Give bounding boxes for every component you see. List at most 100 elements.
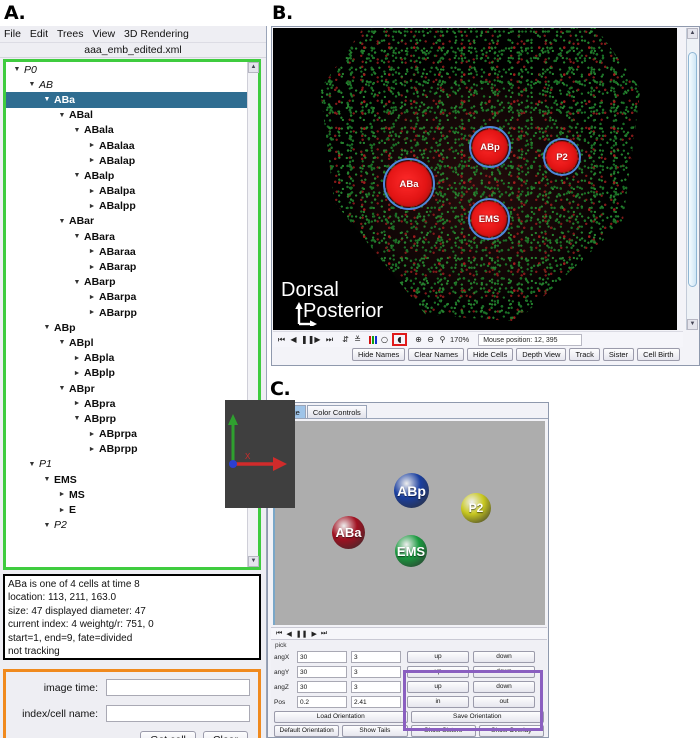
zoom-reset-icon[interactable]: ⚲ bbox=[438, 335, 447, 344]
angle-increase-button[interactable]: in bbox=[407, 696, 469, 708]
chevron-down-icon[interactable]: ▼ bbox=[72, 279, 82, 286]
tree-node[interactable]: ▼AB bbox=[6, 77, 247, 92]
chevron-down-icon[interactable]: ▼ bbox=[57, 385, 67, 392]
chevron-right-icon[interactable]: ► bbox=[72, 370, 82, 377]
pause-icon[interactable]: ❚❚ bbox=[301, 335, 310, 344]
tab-color-controls[interactable]: Color Controls bbox=[307, 405, 367, 418]
down-icon[interactable]: ≚ bbox=[353, 335, 362, 344]
angle-value-field[interactable]: 0.2 bbox=[297, 696, 347, 708]
chevron-right-icon[interactable]: ► bbox=[87, 203, 97, 210]
cell-marker[interactable]: ABa bbox=[383, 158, 435, 210]
tree-node[interactable]: ►E bbox=[6, 502, 247, 517]
chevron-right-icon[interactable]: ► bbox=[57, 491, 67, 498]
tree-node[interactable]: ▼ABarp bbox=[6, 275, 247, 290]
tree-node[interactable]: ▼ABpl bbox=[6, 335, 247, 350]
play-icon[interactable]: ▶ bbox=[311, 630, 316, 638]
zoom-out-icon[interactable]: ⊖ bbox=[426, 335, 435, 344]
angle-value-field[interactable]: 30 bbox=[297, 666, 347, 678]
image-scroll-down-icon[interactable]: ▼ bbox=[687, 319, 698, 330]
tree-node[interactable]: ▼P2 bbox=[6, 518, 247, 533]
step-forward-icon[interactable]: ⏭ bbox=[325, 335, 334, 345]
image-button-depth-view[interactable]: Depth View bbox=[516, 348, 566, 361]
tree-node[interactable]: ►ABarpa bbox=[6, 290, 247, 305]
angle-increase-button[interactable]: up bbox=[407, 651, 469, 663]
tree-node[interactable]: ►MS bbox=[6, 487, 247, 502]
image-button-clear-names[interactable]: Clear Names bbox=[408, 348, 464, 361]
tree-node[interactable]: ►ABalpp bbox=[6, 199, 247, 214]
get-cell-button[interactable]: Get cell bbox=[140, 731, 196, 738]
rgb-channels-icon[interactable] bbox=[369, 336, 377, 344]
image-scroll-thumb[interactable] bbox=[688, 52, 697, 287]
angle-step-field[interactable]: 3 bbox=[351, 681, 401, 693]
chevron-right-icon[interactable]: ► bbox=[57, 507, 67, 514]
angle-decrease-button[interactable]: down bbox=[473, 651, 535, 663]
image-button-hide-names[interactable]: Hide Names bbox=[352, 348, 405, 361]
cell-marker[interactable]: P2 bbox=[543, 138, 581, 176]
image-button-sister[interactable]: Sister bbox=[603, 348, 634, 361]
tree-node[interactable]: ►ABalaa bbox=[6, 138, 247, 153]
tree-node[interactable]: ►ABprpa bbox=[6, 427, 247, 442]
step-back-end-icon[interactable]: ⏮ bbox=[276, 630, 282, 638]
image-button-cell-birth[interactable]: Cell Birth bbox=[637, 348, 679, 361]
menu-item-view[interactable]: View bbox=[92, 28, 115, 40]
tree-node[interactable]: ▼ABar bbox=[6, 214, 247, 229]
control-button-load-orientation[interactable]: Load Orientation bbox=[274, 711, 408, 723]
chevron-right-icon[interactable]: ► bbox=[72, 400, 82, 407]
microscopy-image-view[interactable]: ABaABpP2EMS Dorsal Posterior bbox=[273, 28, 677, 330]
tree-node[interactable]: ▼ABa bbox=[6, 92, 247, 107]
cell-sphere[interactable]: P2 bbox=[461, 493, 491, 523]
chevron-down-icon[interactable]: ▼ bbox=[72, 172, 82, 179]
tree-node[interactable]: ▼ABal bbox=[6, 108, 247, 123]
menu-item-edit[interactable]: Edit bbox=[30, 28, 48, 40]
control-button-save-orientation[interactable]: Save Orientation bbox=[411, 711, 545, 723]
image-scroll-up-icon[interactable]: ▲ bbox=[687, 28, 698, 39]
tree-node[interactable]: ▼P0 bbox=[6, 62, 247, 77]
tree-node[interactable]: ►ABpla bbox=[6, 351, 247, 366]
chevron-right-icon[interactable]: ► bbox=[87, 294, 97, 301]
chevron-down-icon[interactable]: ▼ bbox=[72, 415, 82, 422]
angle-value-field[interactable]: 30 bbox=[297, 651, 347, 663]
step-forward-icon[interactable]: ⏭ bbox=[321, 630, 327, 638]
tree-node[interactable]: ▼ABp bbox=[6, 320, 247, 335]
tree-node[interactable]: ▼ABprp bbox=[6, 411, 247, 426]
tree-node[interactable]: ►ABprpp bbox=[6, 442, 247, 457]
tree-node[interactable]: ►ABpra bbox=[6, 396, 247, 411]
lineage-tree[interactable]: ▼P0▼AB▼ABa▼ABal▼ABala►ABalaa►ABalap▼ABal… bbox=[6, 62, 247, 567]
chevron-down-icon[interactable]: ▼ bbox=[42, 96, 52, 103]
tree-node[interactable]: ▼P1 bbox=[6, 457, 247, 472]
contrast-off-icon[interactable]: ○ bbox=[380, 335, 389, 344]
angle-decrease-button[interactable]: down bbox=[473, 681, 535, 693]
chevron-down-icon[interactable]: ▼ bbox=[57, 218, 67, 225]
up-icon[interactable]: ⇵ bbox=[341, 335, 350, 344]
cell-sphere[interactable]: EMS bbox=[395, 535, 427, 567]
clear-button[interactable]: Clear bbox=[203, 731, 248, 738]
tree-node[interactable]: ►ABplp bbox=[6, 366, 247, 381]
tree-node[interactable]: ►ABarap bbox=[6, 259, 247, 274]
cell-marker[interactable]: EMS bbox=[468, 198, 510, 240]
tree-node[interactable]: ▼ABalp bbox=[6, 168, 247, 183]
tree-scroll-up-icon[interactable]: ▲ bbox=[248, 62, 259, 73]
cell-sphere[interactable]: ABp bbox=[394, 473, 429, 508]
cell-sphere[interactable]: ABa bbox=[332, 516, 365, 549]
angle-value-field[interactable]: 30 bbox=[297, 681, 347, 693]
step-back-icon[interactable]: ◀ bbox=[289, 335, 298, 344]
three-d-render-view[interactable]: ABa ABp P2 EMS bbox=[273, 421, 545, 625]
menu-item-trees[interactable]: Trees bbox=[57, 28, 83, 40]
chevron-right-icon[interactable]: ► bbox=[87, 142, 97, 149]
play-icon[interactable]: ▶ bbox=[313, 335, 322, 344]
tree-node[interactable]: ▼ABara bbox=[6, 229, 247, 244]
angle-step-field[interactable]: 3 bbox=[351, 666, 401, 678]
menu-item-3d-rendering[interactable]: 3D Rendering bbox=[124, 28, 189, 40]
chevron-right-icon[interactable]: ► bbox=[87, 264, 97, 271]
tree-node[interactable]: ►ABaraa bbox=[6, 244, 247, 259]
contrast-on-icon[interactable]: ◖ bbox=[395, 335, 404, 344]
image-button-track[interactable]: Track bbox=[569, 348, 599, 361]
angle-decrease-button[interactable]: out bbox=[473, 696, 535, 708]
menu-item-file[interactable]: File bbox=[4, 28, 21, 40]
angle-increase-button[interactable]: up bbox=[407, 666, 469, 678]
angle-step-field[interactable]: 2.41 bbox=[351, 696, 401, 708]
chevron-down-icon[interactable]: ▼ bbox=[72, 233, 82, 240]
image-time-input[interactable] bbox=[106, 679, 250, 696]
step-back-end-icon[interactable]: ⏮ bbox=[277, 335, 286, 345]
tree-node[interactable]: ►ABarpp bbox=[6, 305, 247, 320]
